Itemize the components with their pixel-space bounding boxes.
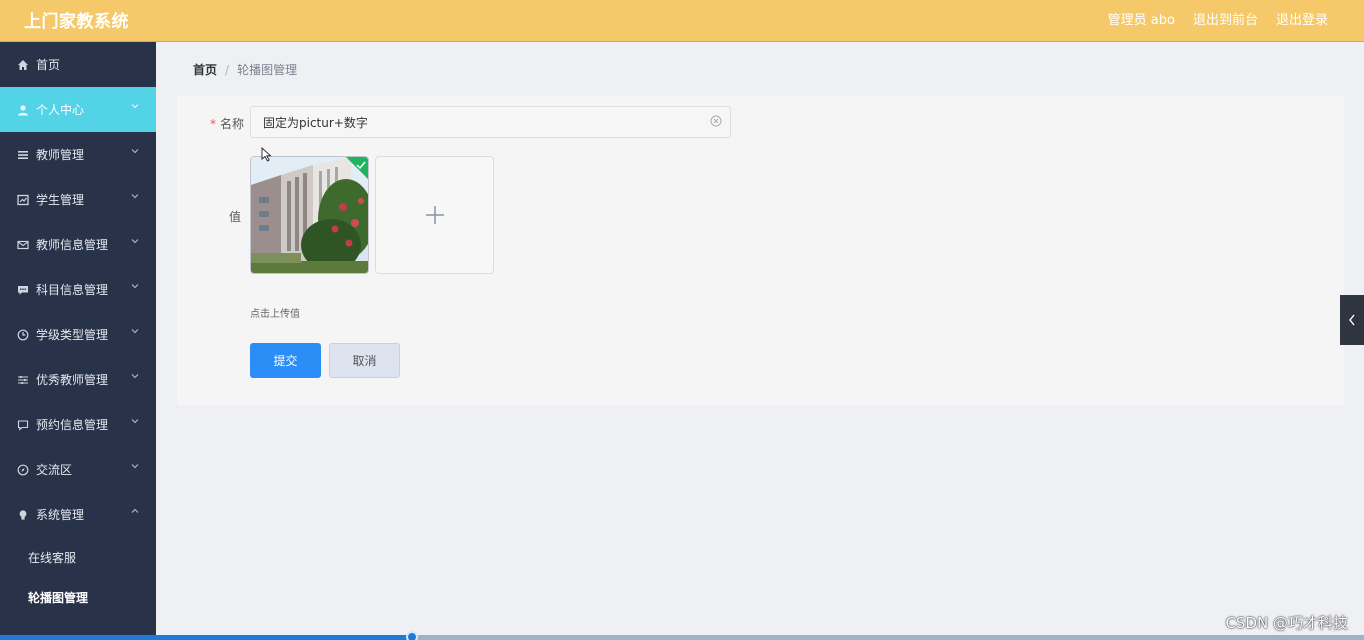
breadcrumb: 首页 / 轮播图管理: [193, 61, 297, 78]
sidebar-item-system[interactable]: 系统管理: [0, 492, 156, 537]
sidebar-item-home[interactable]: 首页: [0, 42, 156, 87]
sidebar-subitem-label: 在线客服: [28, 550, 77, 565]
sidebar-item-teacher[interactable]: 教师管理: [0, 132, 156, 177]
sidebar-item-subject-info[interactable]: 科目信息管理: [0, 267, 156, 312]
sidebar-item-grade-type[interactable]: 学级类型管理: [0, 312, 156, 357]
sidebar-item-excellent-teacher[interactable]: 优秀教师管理: [0, 357, 156, 402]
watermark-text: CSDN @巧才科技: [1225, 614, 1348, 632]
sliders-icon: [16, 373, 30, 387]
sidebar-item-forum[interactable]: 交流区: [0, 447, 156, 492]
sidebar-item-label: 教师信息管理: [36, 238, 109, 252]
mouse-cursor-icon: [261, 147, 272, 162]
sidebar-item-label: 优秀教师管理: [36, 373, 109, 387]
chevron-down-icon: [131, 284, 139, 289]
chevron-down-icon: [131, 374, 139, 379]
chevron-left-icon: [1349, 314, 1355, 326]
name-input-wrapper: [250, 106, 731, 138]
sidebar-subitem-label: 轮播图管理: [28, 590, 89, 605]
chevron-down-icon: [131, 194, 139, 199]
chat-icon: [16, 418, 30, 432]
chart-icon: [16, 193, 30, 207]
sidebar-item-label: 个人中心: [36, 103, 85, 117]
top-bar: 上门家教系统 管理员 abo 退出到前台 退出登录: [0, 0, 1364, 42]
sidebar-item-label: 学生管理: [36, 193, 85, 207]
required-mark: *: [210, 117, 216, 131]
plus-icon: [425, 206, 444, 224]
sidebar-item-label: 预约信息管理: [36, 418, 109, 432]
clock-icon: [16, 328, 30, 342]
chevron-down-icon: [131, 419, 139, 424]
side-panel-toggle[interactable]: [1340, 295, 1364, 345]
upload-button[interactable]: [375, 156, 494, 274]
home-icon: [16, 58, 30, 72]
sidebar-subitem-carousel[interactable]: 轮播图管理: [0, 577, 156, 617]
sidebar-item-teacher-info[interactable]: 教师信息管理: [0, 222, 156, 267]
building-photo: [251, 157, 368, 273]
name-input[interactable]: [251, 107, 730, 137]
value-label: 值: [229, 210, 242, 224]
video-progress-bar[interactable]: [0, 631, 1364, 640]
name-label: * 名称: [210, 115, 244, 132]
sidebar-item-label: 系统管理: [36, 508, 85, 522]
logout-link[interactable]: 退出登录: [1276, 9, 1328, 28]
breadcrumb-current: 轮播图管理: [237, 63, 298, 77]
progress-knob[interactable]: [405, 631, 418, 640]
bulb-icon: [16, 508, 30, 522]
breadcrumb-home[interactable]: 首页: [193, 61, 217, 78]
sidebar-item-label: 学级类型管理: [36, 328, 109, 342]
chevron-down-icon: [131, 149, 139, 154]
menu-icon: [16, 148, 30, 162]
sidebar-item-label: 科目信息管理: [36, 283, 109, 297]
chevron-down-icon: [131, 239, 139, 244]
compass-icon: [16, 463, 30, 477]
user-icon: [16, 103, 30, 117]
chevron-down-icon: [131, 104, 139, 109]
name-label-text: 名称: [220, 117, 245, 131]
admin-label[interactable]: 管理员 abo: [1108, 9, 1175, 28]
breadcrumb-separator: /: [225, 62, 230, 77]
sidebar-item-student[interactable]: 学生管理: [0, 177, 156, 222]
sidebar-item-label: 交流区: [36, 463, 73, 477]
sidebar-item-label: 教师管理: [36, 148, 85, 162]
app-title: 上门家教系统: [24, 12, 129, 32]
sidebar-item-appointment[interactable]: 预约信息管理: [0, 402, 156, 447]
chevron-down-icon: [131, 329, 139, 334]
sidebar: 首页 个人中心 教师管理 学生管理 教师信息管理 科目信息管理 学级类型管理 优…: [0, 42, 156, 640]
clear-icon[interactable]: [710, 115, 722, 127]
sidebar-item-label: 首页: [36, 58, 61, 72]
chevron-up-icon: [131, 508, 139, 513]
sidebar-item-profile[interactable]: 个人中心: [0, 87, 156, 132]
exit-to-front-link[interactable]: 退出到前台: [1193, 9, 1258, 28]
cancel-button[interactable]: 取消: [329, 343, 400, 378]
chevron-down-icon: [131, 464, 139, 469]
sidebar-subitem-online-service[interactable]: 在线客服: [0, 537, 156, 577]
mail-icon: [16, 238, 30, 252]
uploaded-image-thumbnail[interactable]: [250, 156, 369, 274]
upload-hint: 点击上传值: [250, 309, 300, 320]
header-actions: 管理员 abo 退出到前台 退出登录: [1108, 9, 1328, 28]
submit-button[interactable]: 提交: [250, 343, 321, 378]
progress-fill: [0, 635, 412, 640]
comment-icon: [16, 283, 30, 297]
